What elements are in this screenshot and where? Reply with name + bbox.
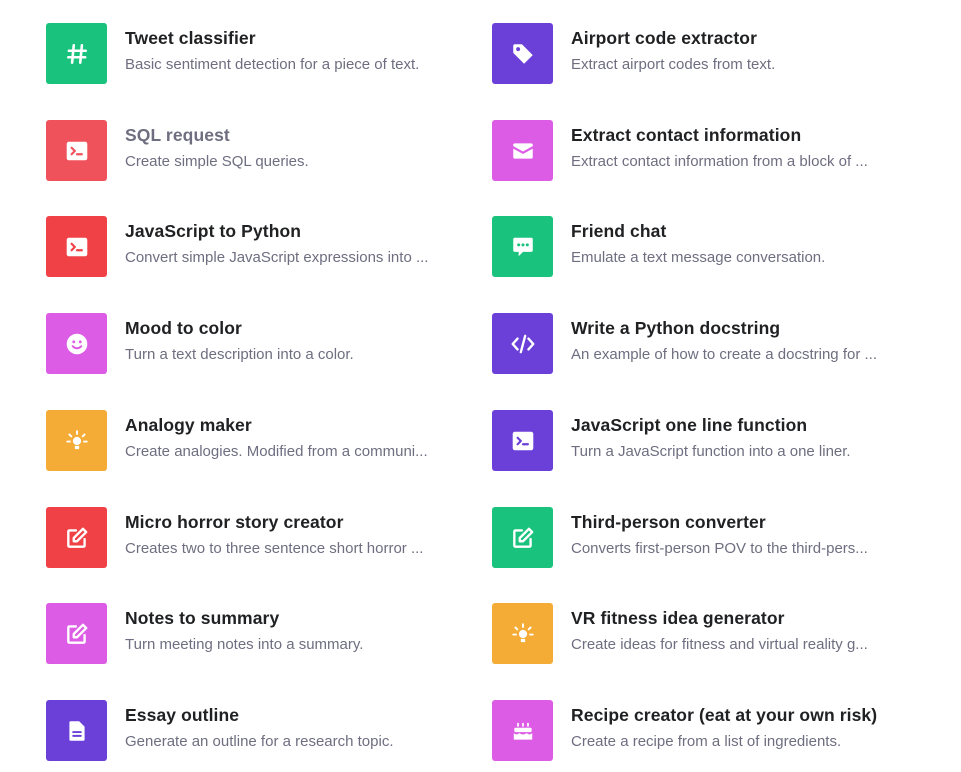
tag-icon [492,23,553,84]
example-description: Basic sentiment detection for a piece of… [125,56,420,73]
example-description: Convert simple JavaScript expressions in… [125,249,429,266]
cake-icon [492,700,553,761]
example-description: Generate an outline for a research topic… [125,733,394,750]
terminal-icon [46,120,107,181]
code-icon [492,313,553,374]
example-title: JavaScript one line function [571,415,808,435]
example-title: Micro horror story creator [125,512,344,532]
example-description: An example of how to create a docstring … [571,346,877,363]
example-title: Recipe creator (eat at your own risk) [571,705,878,725]
example-description: Create a recipe from a list of ingredien… [571,733,842,750]
example-card-recipe-creator[interactable]: Recipe creator (eat at your own risk) Cr… [492,700,932,762]
example-card-tweet-classifier[interactable]: Tweet classifier Basic sentiment detecti… [46,23,486,85]
example-card-third-person-converter[interactable]: Third-person converter Converts first-pe… [492,507,932,569]
envelope-icon [492,120,553,181]
example-card-essay-outline[interactable]: Essay outline Generate an outline for a … [46,700,486,762]
example-title: SQL request [125,125,230,145]
example-title: Mood to color [125,318,242,338]
example-card-friend-chat[interactable]: Friend chat Emulate a text message conve… [492,216,932,278]
example-card-javascript-to-python[interactable]: JavaScript to Python Convert simple Java… [46,216,486,278]
edit-icon [492,507,553,568]
example-card-sql-request[interactable]: SQL request Create simple SQL queries. [46,120,486,182]
example-title: VR fitness idea generator [571,608,785,628]
smiley-icon [46,313,107,374]
example-description: Emulate a text message conversation. [571,249,826,266]
example-title: Essay outline [125,705,240,725]
example-description: Extract airport codes from text. [571,56,776,73]
example-description: Turn a JavaScript function into a one li… [571,443,851,460]
example-description: Extract contact information from a block… [571,153,868,170]
terminal-icon [46,216,107,277]
example-title: Notes to summary [125,608,280,628]
edit-icon [46,603,107,664]
example-description: Create ideas for fitness and virtual rea… [571,636,868,653]
example-title: Friend chat [571,221,667,241]
example-card-analogy-maker[interactable]: Analogy maker Create analogies. Modified… [46,410,486,472]
chat-bubble-icon [492,216,553,277]
example-description: Create simple SQL queries. [125,153,309,170]
example-description: Turn a text description into a color. [125,346,354,363]
example-card-vr-fitness-idea-generator[interactable]: VR fitness idea generator Create ideas f… [492,603,932,665]
example-title: Analogy maker [125,415,252,435]
example-card-mood-to-color[interactable]: Mood to color Turn a text description in… [46,313,486,375]
example-description: Converts first-person POV to the third-p… [571,540,868,557]
example-title: Tweet classifier [125,28,256,48]
example-title: Third-person converter [571,512,766,532]
document-icon [46,700,107,761]
lightbulb-icon [492,603,553,664]
example-description: Turn meeting notes into a summary. [125,636,364,653]
example-title: Airport code extractor [571,28,757,48]
example-description: Creates two to three sentence short horr… [125,540,424,557]
example-card-javascript-one-line-function[interactable]: JavaScript one line function Turn a Java… [492,410,932,472]
example-card-airport-code-extractor[interactable]: Airport code extractor Extract airport c… [492,23,932,85]
hashtag-icon [46,23,107,84]
edit-icon [46,507,107,568]
example-card-micro-horror-story-creator[interactable]: Micro horror story creator Creates two t… [46,507,486,569]
example-title: Write a Python docstring [571,318,781,338]
example-title: JavaScript to Python [125,221,302,241]
terminal-icon [492,410,553,471]
example-card-write-a-python-docstring[interactable]: Write a Python docstring An example of h… [492,313,932,375]
lightbulb-icon [46,410,107,471]
example-title: Extract contact information [571,125,802,145]
example-description: Create analogies. Modified from a commun… [125,443,428,460]
example-card-notes-to-summary[interactable]: Notes to summary Turn meeting notes into… [46,603,486,665]
example-card-extract-contact-information[interactable]: Extract contact information Extract cont… [492,120,932,182]
